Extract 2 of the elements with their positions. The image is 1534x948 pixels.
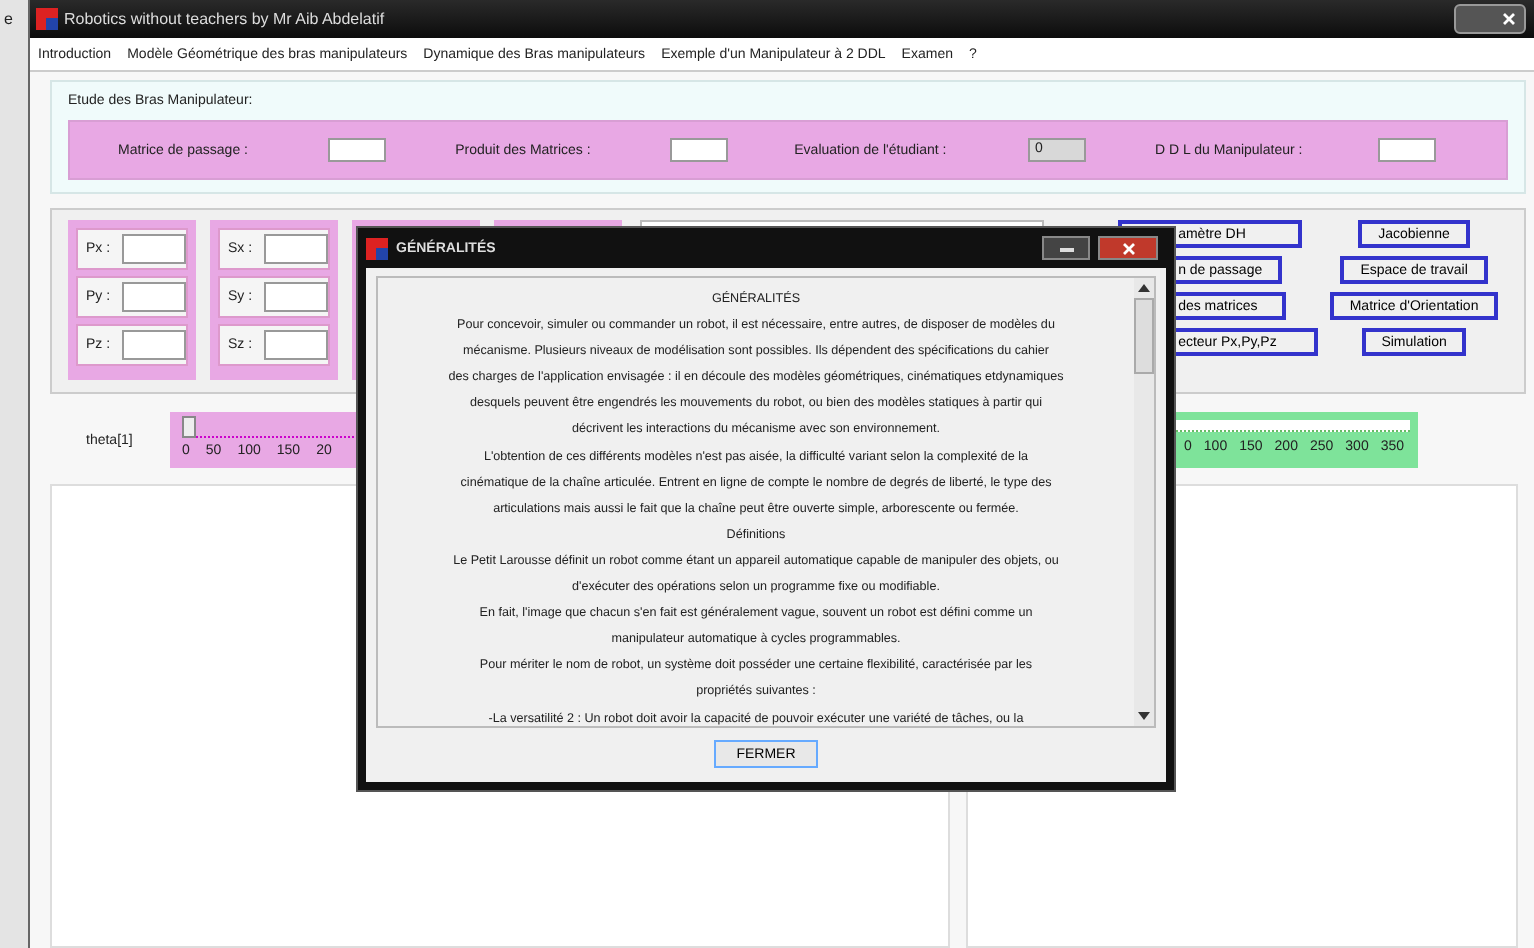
window-title: Robotics without teachers by Mr Aib Abdelatif [64, 10, 385, 28]
background-window-text: e [2, 10, 13, 28]
